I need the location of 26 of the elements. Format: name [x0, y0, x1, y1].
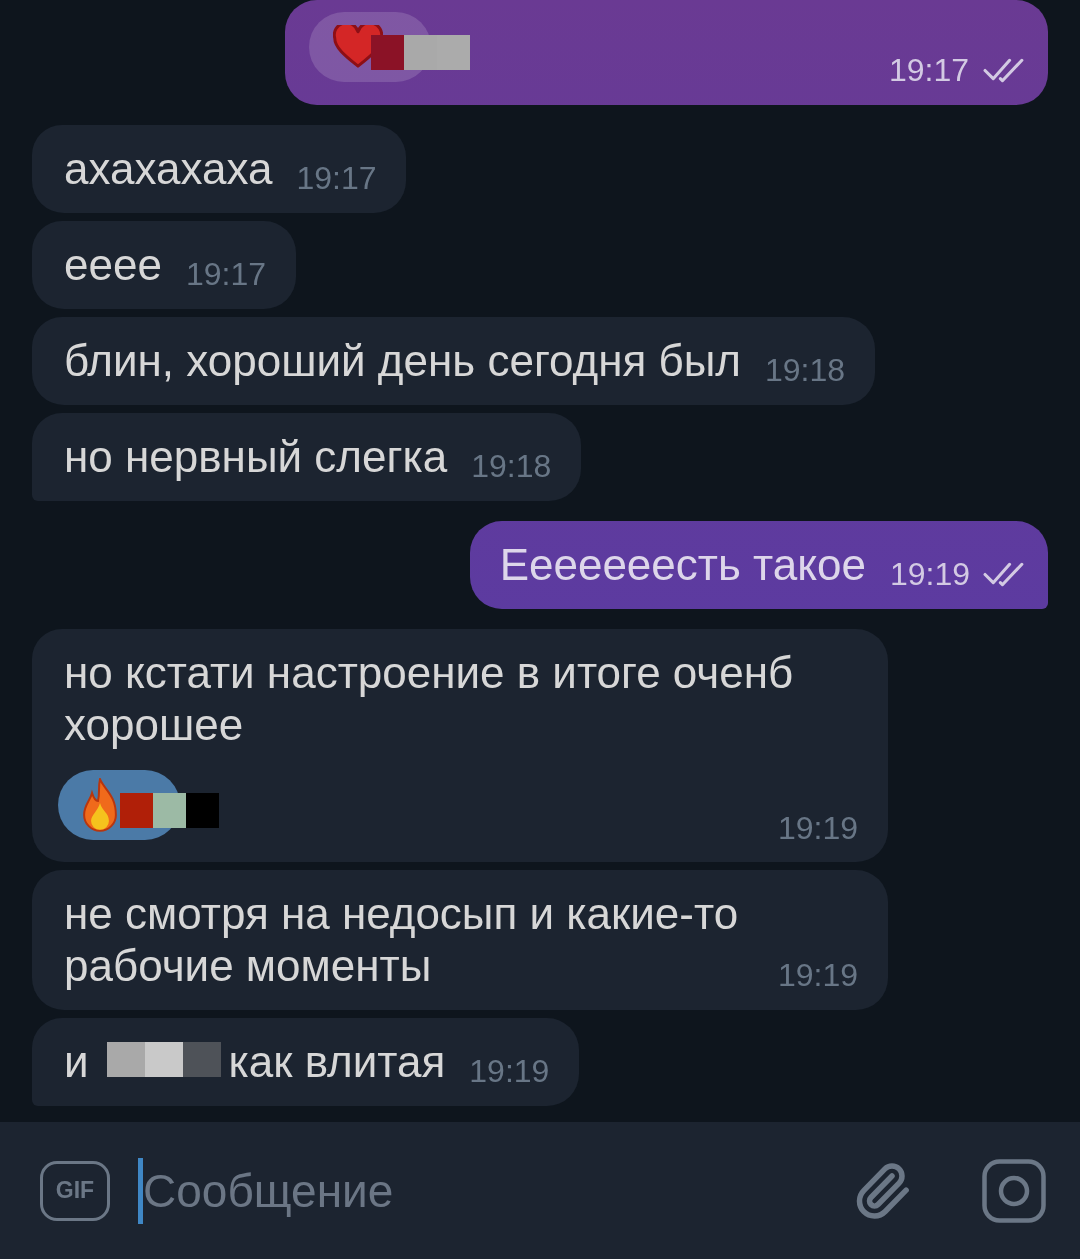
- message-text: ееее: [64, 240, 162, 289]
- message-text: Ееееееесть такое: [499, 540, 866, 589]
- message-time: 19:19: [469, 1055, 550, 1087]
- message-time: 19:19: [777, 959, 858, 991]
- message-time: 19:18: [471, 450, 552, 482]
- heart-icon: [333, 25, 383, 69]
- message-time: 19:17: [888, 54, 969, 86]
- message-text: ахахахаха: [64, 144, 273, 193]
- camera-icon: [982, 1158, 1046, 1223]
- fire-icon: [82, 778, 118, 832]
- message-time: 19:17: [296, 162, 377, 194]
- message-time: 19:19: [889, 558, 970, 590]
- message-text: но нервный слегка: [64, 432, 448, 481]
- message-text: как влитая: [228, 1037, 446, 1086]
- message-time: 19:19: [777, 812, 858, 844]
- message-text: но кстати настроение в итоге оченб хорошее: [64, 648, 794, 749]
- message-text: блин, хороший день сегодня был: [64, 336, 741, 385]
- message-text: не смотря на недосып и какие-то рабочие моменты: [64, 889, 739, 990]
- camera-button[interactable]: [982, 1158, 1046, 1223]
- message-field[interactable]: Сообщение: [143, 1157, 852, 1224]
- message-time: 19:18: [765, 354, 846, 386]
- gif-button[interactable]: GIF: [40, 1160, 110, 1221]
- text-cursor: [138, 1157, 143, 1224]
- message-text: и: [64, 1037, 89, 1086]
- message-time: 19:17: [185, 258, 266, 290]
- message-composer[interactable]: GIF Сообщение: [0, 1122, 1080, 1259]
